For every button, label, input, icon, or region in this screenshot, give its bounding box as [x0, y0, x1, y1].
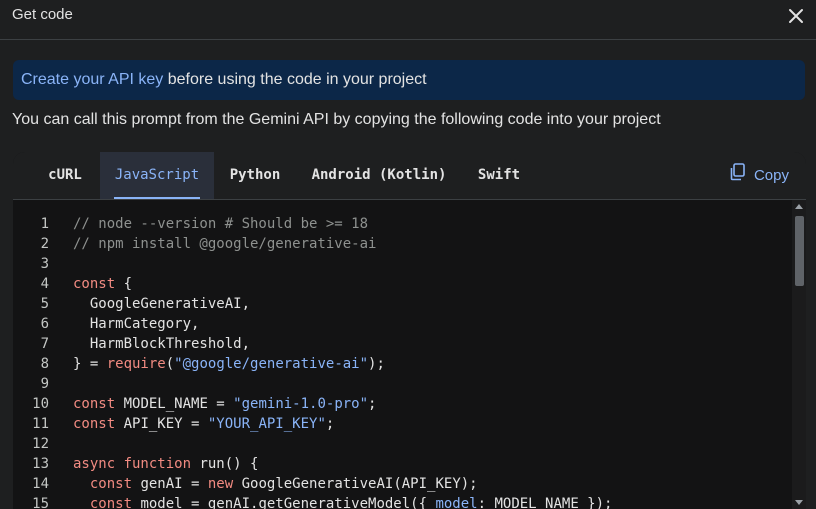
- code-line: 10 const MODEL_NAME = "gemini-1.0-pro";: [13, 394, 793, 414]
- tab-android-kotlin[interactable]: Android (Kotlin): [296, 152, 462, 199]
- code-token: "YOUR_API_KEY": [207, 416, 326, 432]
- code-text: async function run() {: [73, 454, 258, 474]
- dialog-header: Get code: [0, 0, 816, 40]
- code-token: new: [207, 476, 234, 492]
- line-number: 7: [40, 336, 49, 352]
- code-text: // npm install @google/generative-ai: [73, 234, 376, 254]
- tab-javascript[interactable]: JavaScript: [100, 152, 214, 199]
- code-panel: cURL JavaScript Python Android (Kotlin) …: [13, 152, 806, 509]
- code-editor[interactable]: 1 // node --version # Should be >= 18 2 // …: [13, 200, 793, 509]
- code-line: 12: [13, 434, 793, 454]
- code-token: run() {: [191, 456, 259, 472]
- close-icon[interactable]: [786, 6, 806, 26]
- code-token: model = genAI.getGenerativeModel({: [132, 496, 436, 509]
- line-number: 1: [40, 216, 49, 232]
- line-number: 12: [32, 436, 49, 452]
- code-token: API_KEY =: [115, 416, 208, 432]
- language-tabs: cURL JavaScript Python Android (Kotlin) …: [13, 152, 806, 200]
- code-token: : MODEL_NAME });: [477, 496, 613, 509]
- scroll-up-icon[interactable]: [795, 204, 803, 209]
- line-number: 6: [40, 316, 49, 332]
- line-number: 10: [32, 396, 49, 412]
- code-token: // npm install @google/generative-ai: [73, 236, 377, 252]
- code-line: 1 // node --version # Should be >= 18: [13, 214, 793, 234]
- code-line: 2 // npm install @google/generative-ai: [13, 234, 793, 254]
- code-text: const genAI = new GoogleGenerativeAI(API…: [73, 474, 478, 494]
- code-token: {: [115, 276, 133, 292]
- code-line: 7 HarmBlockThreshold,: [13, 334, 793, 354]
- copy-icon: [730, 163, 746, 189]
- tab-curl[interactable]: cURL: [30, 152, 100, 199]
- line-number: 14: [32, 476, 49, 492]
- code-token: async function: [73, 456, 192, 472]
- code-text: const {: [73, 274, 132, 294]
- code-text: HarmCategory,: [73, 314, 200, 334]
- dialog-title: Get code: [12, 6, 73, 23]
- tab-swift[interactable]: Swift: [462, 152, 536, 199]
- line-number: 3: [40, 256, 49, 272]
- scroll-down-icon[interactable]: [795, 500, 803, 505]
- code-token: "gemini-1.0-pro": [233, 396, 369, 412]
- code-token: HarmCategory,: [73, 316, 200, 332]
- code-token: const: [89, 496, 133, 509]
- code-text: // node --version # Should be >= 18: [73, 214, 368, 234]
- code-token: const: [73, 416, 116, 432]
- code-line: 9: [13, 374, 793, 394]
- code-token: "@google/generative-ai": [174, 356, 369, 372]
- code-text: const model = genAI.getGenerativeModel({…: [73, 494, 613, 509]
- code-token: genAI =: [132, 476, 208, 492]
- code-line: 11 const API_KEY = "YOUR_API_KEY";: [13, 414, 793, 434]
- api-key-banner: Create your API key before using the cod…: [13, 60, 805, 100]
- code-line: 14 const genAI = new GoogleGenerativeAI(…: [13, 474, 793, 494]
- code-token: );: [368, 356, 385, 372]
- copy-label: Copy: [753, 167, 789, 184]
- code-scrollbar[interactable]: [792, 200, 806, 509]
- line-number: 2: [40, 236, 49, 252]
- code-token: const: [73, 276, 116, 292]
- create-api-key-link[interactable]: Create your API key: [21, 71, 163, 88]
- code-text: GoogleGenerativeAI,: [73, 294, 250, 314]
- code-token: (: [165, 356, 175, 372]
- code-token: const: [89, 476, 133, 492]
- code-token: HarmBlockThreshold,: [73, 336, 251, 352]
- code-token: require: [106, 356, 166, 372]
- copy-button[interactable]: Copy: [730, 163, 789, 189]
- code-token: GoogleGenerativeAI,: [73, 296, 251, 312]
- code-token: MODEL_NAME =: [115, 396, 234, 412]
- code-text: } = require("@google/generative-ai");: [73, 354, 385, 374]
- description-text: You can call this prompt from the Gemini…: [12, 111, 661, 128]
- code-token: ;: [368, 396, 377, 412]
- code-token: const: [73, 396, 116, 412]
- line-number: 4: [40, 276, 49, 292]
- code-token: ;: [325, 416, 335, 432]
- line-number: 13: [32, 456, 49, 472]
- line-number: 11: [32, 416, 49, 432]
- code-text: HarmBlockThreshold,: [73, 334, 250, 354]
- banner-text: before using the code in your project: [163, 71, 427, 88]
- code-token: } =: [73, 356, 107, 372]
- line-number: 5: [40, 296, 49, 312]
- line-number: 15: [32, 496, 49, 509]
- code-line: 3: [13, 254, 793, 274]
- line-number: 8: [40, 356, 49, 372]
- code-text: const MODEL_NAME = "gemini-1.0-pro";: [73, 394, 376, 414]
- code-line: 5 GoogleGenerativeAI,: [13, 294, 793, 314]
- code-line: 13 async function run() {: [13, 454, 793, 474]
- code-token: GoogleGenerativeAI(API_KEY);: [233, 476, 478, 492]
- tab-python[interactable]: Python: [214, 152, 296, 199]
- code-line: 6 HarmCategory,: [13, 314, 793, 334]
- code-token: // node --version # Should be >= 18: [73, 216, 369, 232]
- code-line: 15 const model = genAI.getGenerativeMode…: [13, 494, 793, 509]
- scrollbar-thumb[interactable]: [795, 216, 804, 286]
- line-number: 9: [40, 376, 49, 392]
- code-token: model: [435, 496, 478, 509]
- code-line: 8 } = require("@google/generative-ai");: [13, 354, 793, 374]
- code-text: const API_KEY = "YOUR_API_KEY";: [73, 414, 334, 434]
- code-line: 4 const {: [13, 274, 793, 294]
